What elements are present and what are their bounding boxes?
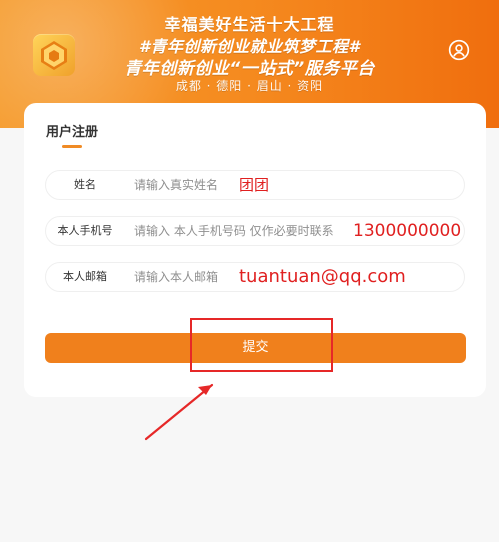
phone-label: 本人手机号 [57,224,113,237]
name-value: 团团 [239,176,270,194]
title-underline [62,145,82,148]
name-label: 姓名 [74,178,96,191]
arrow-icon [140,375,230,445]
user-icon[interactable] [448,39,470,61]
phone-placeholder: 请输入 本人手机号码 仅作必要时联系 [134,224,334,238]
annotation-highlight-box [190,318,333,372]
phone-field[interactable]: 本人手机号 请输入 本人手机号码 仅作必要时联系 1300000000 [45,216,465,246]
phone-value: 1300000000 [353,221,462,241]
email-value: tuantuan@qq.com [239,266,406,287]
name-field[interactable]: 姓名 请输入真实姓名 团团 [45,170,465,200]
email-placeholder: 请输入本人邮箱 [134,270,219,284]
header-cities: 成都 · 德阳 · 眉山 · 资阳 [175,79,324,93]
email-label: 本人邮箱 [63,270,107,283]
header-title-line-1: 幸福美好生活十大工程 [164,15,335,34]
name-placeholder: 请输入真实姓名 [134,178,219,192]
header-title-line-3: 青年创新创业“一站式”服务平台 [124,59,375,79]
form-title: 用户注册 [46,125,99,140]
email-field[interactable]: 本人邮箱 请输入本人邮箱 tuantuan@qq.com [45,262,465,292]
